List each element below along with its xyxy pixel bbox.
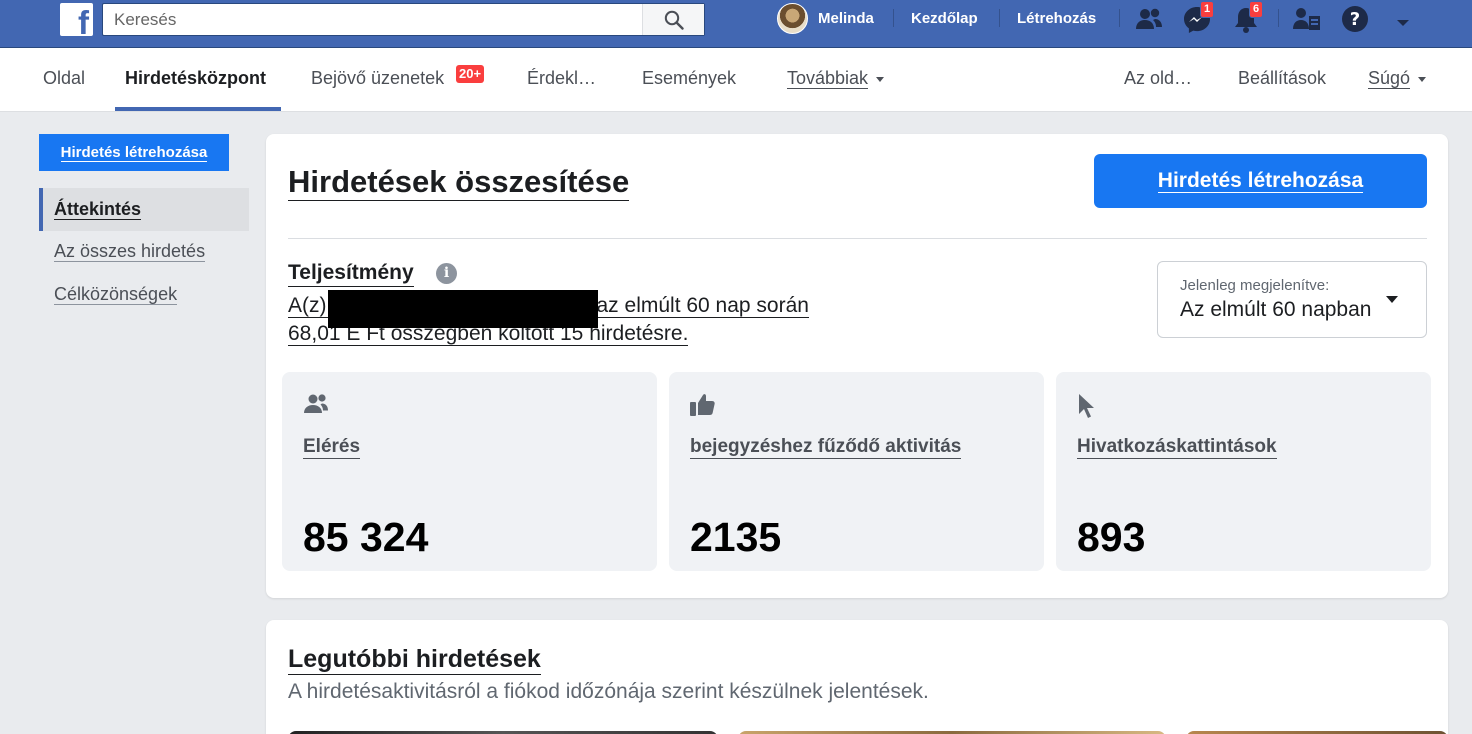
metric-label[interactable]: Hivatkozáskattintások [1077,435,1277,459]
recent-ads-card: Legutóbbi hirdetések A hirdetésaktivitás… [266,620,1448,734]
date-range-label: Jelenleg megjelenítve: [1180,277,1330,294]
notifications-button[interactable]: 6 [1232,1,1264,40]
sidebar-item-label: Az összes hirdetés [54,241,206,262]
separator [1119,9,1120,27]
notifications-badge: 6 [1249,1,1264,18]
metric-card-engagement: bejegyzéshez fűződő aktivitás 2135 [669,372,1044,571]
info-icon[interactable]: i [436,263,457,284]
sidebar-item-all-ads[interactable]: Az összes hirdetés [39,230,249,273]
create-ad-label: Hirdetés létrehozása [1157,169,1364,193]
metric-card-link-clicks: Hivatkozáskattintások 893 [1056,372,1431,571]
avatar[interactable] [777,3,808,34]
question-icon: ? [1342,6,1368,32]
metric-label[interactable]: Elérés [303,435,361,459]
create-ad-button[interactable]: Hirdetés létrehozása [1094,154,1427,208]
tab-ad-center[interactable]: Hirdetésközpont [125,68,266,89]
active-tab-indicator [115,107,281,111]
metric-value: 85 324 [303,514,429,560]
recent-ads-subtitle: A hirdetésaktivitásról a fiókod időzónáj… [288,680,929,703]
search-icon [664,10,684,30]
desc-prefix: A(z) [288,294,327,317]
search-input[interactable] [103,4,643,35]
tab-page[interactable]: Oldal [43,68,85,89]
page-manage-icon [1293,8,1320,30]
tab-settings[interactable]: Beállítások [1238,68,1326,89]
facebook-logo-icon[interactable]: f [60,3,93,39]
sidebar-item-audiences[interactable]: Célközönségek [39,273,249,316]
tab-more-label: Továbbiak [787,68,869,89]
tab-events[interactable]: Események [642,68,736,89]
performance-title: Teljesítmény [288,260,414,287]
metric-value: 893 [1077,514,1146,560]
sidebar-item-overview[interactable]: Áttekintés [39,188,249,231]
top-bar: f Melinda Kezdőlap Létrehozás 1 [0,0,1472,48]
caret-down-icon [1386,296,1398,303]
inbox-badge: 20+ [456,65,485,83]
profile-link[interactable]: Melinda [818,10,874,27]
caret-down-icon [876,76,885,82]
messenger-button[interactable]: 1 [1182,1,1215,40]
sidebar-create-ad-button[interactable]: Hirdetés létrehozása [39,134,229,171]
cursor-icon [1079,394,1094,418]
tab-interests[interactable]: Érdekl… [527,68,596,89]
sidebar-item-label: Áttekintés [54,199,142,220]
search-box [102,3,705,36]
thumbs-up-icon [690,394,715,416]
friend-requests-button[interactable] [1134,5,1164,38]
separator [1278,9,1279,27]
metric-card-reach: Elérés 85 324 [282,372,657,571]
tab-more[interactable]: Továbbiak [787,68,885,89]
messenger-badge: 1 [1200,1,1215,18]
tab-help-label: Súgó [1368,68,1411,89]
separator [893,9,894,27]
tab-inbox[interactable]: Bejövő üzenetek [311,68,444,89]
date-range-select[interactable]: Jelenleg megjelenítve: Az elmúlt 60 napb… [1157,261,1427,338]
divider [288,238,1427,239]
create-link[interactable]: Létrehozás [1017,10,1096,27]
friends-icon [1136,8,1162,29]
account-menu-button[interactable] [1396,15,1410,33]
people-icon [304,394,328,413]
sidebar-item-label: Célközönségek [54,284,178,305]
recent-ads-title: Legutóbbi hirdetések [288,645,541,675]
metric-label[interactable]: bejegyzéshez fűződő aktivitás [690,435,962,459]
desc-suffix: az elmúlt 60 nap során [596,294,809,317]
search-button[interactable] [642,4,704,35]
overview-card: Hirdetések összesítése Hirdetés létrehoz… [266,134,1448,598]
page-nav: Oldal Hirdetésközpont Bejövő üzenetek 20… [0,48,1472,112]
date-range-value: Az elmúlt 60 napban [1180,298,1372,321]
redaction-box [328,290,598,328]
pages-switcher-button[interactable] [1292,5,1322,38]
page-title: Hirdetések összesítése [288,164,630,201]
help-button[interactable]: ? [1341,5,1369,38]
home-link[interactable]: Kezdőlap [911,10,978,27]
sidebar-create-ad-label: Hirdetés létrehozása [60,144,208,162]
metric-value: 2135 [690,514,782,560]
caret-down-icon [1418,76,1427,82]
separator [999,9,1000,27]
tab-page-info[interactable]: Az old… [1124,68,1192,89]
caret-down-icon [1397,20,1409,26]
tab-help[interactable]: Súgó [1368,68,1427,89]
svg-text:?: ? [1350,9,1360,30]
